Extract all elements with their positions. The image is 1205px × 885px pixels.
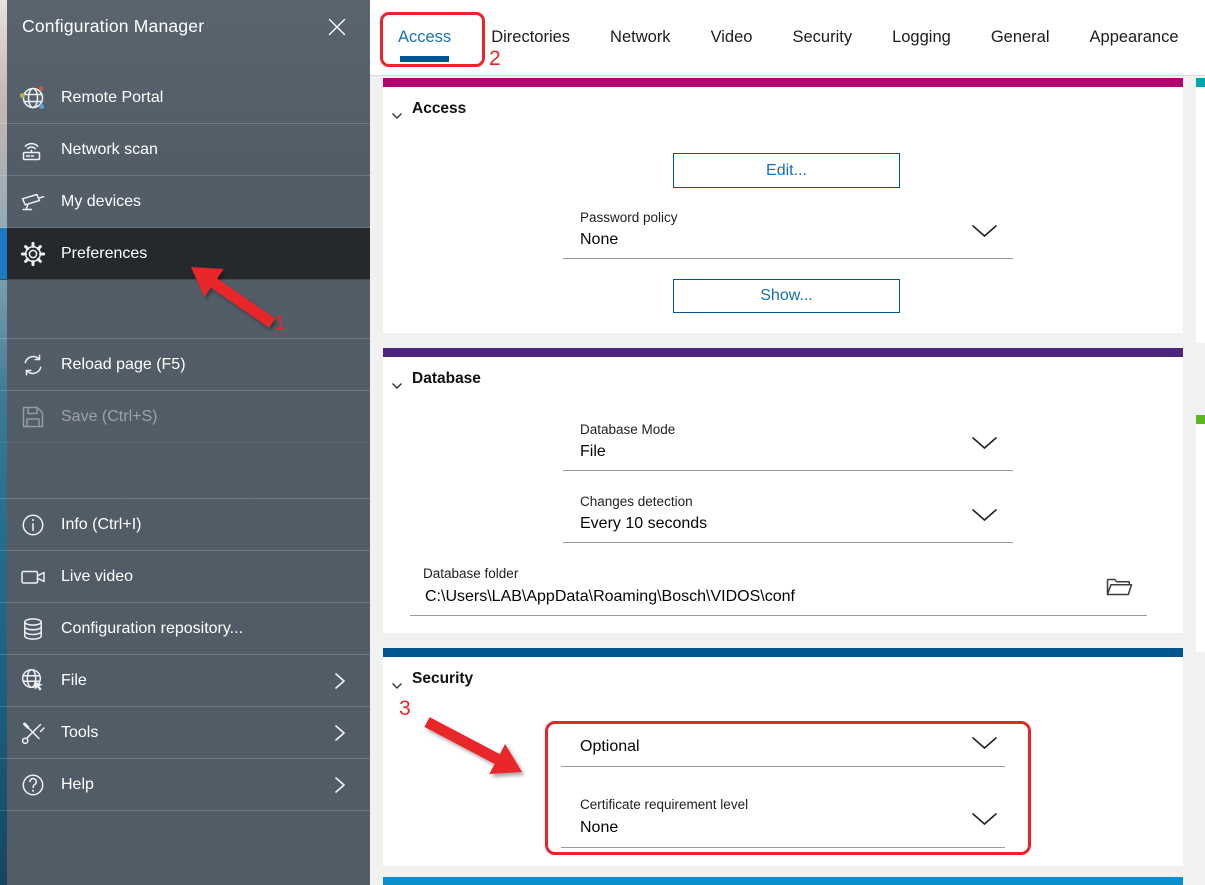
edit-users-button[interactable]: Edit... (673, 153, 900, 188)
changes-detection-label: Changes detection (580, 494, 693, 509)
help-icon (18, 770, 48, 800)
sidebar-item-configuration-repository[interactable]: Configuration repository... (0, 603, 370, 655)
database-mode-label: Database Mode (580, 422, 675, 437)
close-icon[interactable] (324, 14, 350, 40)
tab-appearance[interactable]: Appearance (1090, 0, 1179, 75)
gear-icon (18, 239, 48, 269)
right-column-card2 (1196, 424, 1205, 652)
tab-bar: Access Directories Network Video Security Log… (370, 0, 1205, 76)
tab-logging[interactable]: Logging (892, 0, 951, 75)
field-underline (410, 615, 1147, 616)
folder-browse-icon[interactable] (1103, 572, 1135, 599)
collapse-chevron-icon (391, 107, 403, 115)
sidebar-item-network-scan[interactable]: Network scan (0, 124, 370, 176)
configuration-manager-screen: Configuration Manager Remote Portal Netw… (0, 0, 1205, 885)
database-section-title: Database (412, 370, 481, 388)
dropdown-chevron-icon[interactable] (971, 436, 998, 450)
access-section-card: Access Edit... Password policy None Show… (383, 78, 1183, 333)
database-section-header[interactable]: Database (391, 370, 481, 388)
password-policy-label: Password policy (580, 210, 678, 225)
sidebar-item-help[interactable]: Help (0, 759, 370, 811)
security-section-title: Security (412, 670, 473, 688)
field-underline (561, 847, 1005, 848)
tools-icon (18, 718, 48, 748)
field-underline (563, 258, 1013, 259)
preferences-panel: Access Directories Network Video Security Log… (370, 0, 1205, 885)
chevron-right-icon (328, 774, 350, 796)
tab-directories[interactable]: Directories (491, 0, 570, 75)
certificate-requirement-value[interactable]: None (580, 819, 618, 837)
sidebar-item-live-video[interactable]: Live video (0, 551, 370, 603)
preferences-body: Access Edit... Password policy None Show… (370, 76, 1205, 885)
tab-general[interactable]: General (991, 0, 1050, 75)
sidebar-spacer (0, 280, 370, 339)
sidebar-item-file[interactable]: File (0, 655, 370, 707)
sidebar-menu: Configuration Manager Remote Portal Netw… (0, 0, 370, 885)
app-title: Configuration Manager (22, 14, 324, 37)
tab-access[interactable]: Access (398, 0, 451, 75)
field-underline (563, 470, 1013, 471)
chevron-right-icon (328, 722, 350, 744)
sidebar-item-reload-page[interactable]: Reload page (F5) (0, 339, 370, 391)
network-scan-icon (18, 135, 48, 165)
right-column-card2-color-bar (1196, 415, 1205, 424)
database-mode-value[interactable]: File (580, 443, 606, 461)
database-section-color-bar (383, 348, 1183, 357)
chevron-right-icon (328, 670, 350, 692)
save-icon (18, 402, 48, 432)
reload-icon (18, 350, 48, 380)
sidebar-item-my-devices[interactable]: My devices (0, 176, 370, 228)
dropdown-chevron-icon[interactable] (971, 812, 998, 826)
tab-video[interactable]: Video (711, 0, 753, 75)
database-folder-label: Database folder (423, 566, 518, 581)
collapse-chevron-icon (391, 677, 403, 685)
database-folder-value: C:\Users\LAB\AppData\Roaming\Bosch\VIDOS… (425, 588, 795, 606)
show-sessions-button[interactable]: Show... (673, 279, 900, 313)
sidebar-item-tools[interactable]: Tools (0, 707, 370, 759)
security-section-card: Security Optional Certificate requiremen… (383, 648, 1183, 866)
database-section-card: Database Database Mode File Changes dete… (383, 348, 1183, 633)
sidebar-header: Configuration Manager (0, 0, 370, 72)
access-section-header[interactable]: Access (391, 100, 466, 118)
right-column-card1-color-bar (1196, 78, 1205, 87)
certificate-requirement-label: Certificate requirement level (580, 797, 748, 812)
next-section-color-bar (383, 877, 1183, 885)
collapse-chevron-icon (391, 377, 403, 385)
tab-network[interactable]: Network (610, 0, 671, 75)
access-section-color-bar (383, 78, 1183, 87)
globe-cursor-icon (18, 666, 48, 696)
tab-security[interactable]: Security (792, 0, 852, 75)
sidebar-item-save: Save (Ctrl+S) (0, 391, 370, 443)
sidebar-item-remote-portal[interactable]: Remote Portal (0, 72, 370, 124)
security-section-header[interactable]: Security (391, 670, 473, 688)
right-column-card1 (1196, 87, 1205, 343)
field-underline (563, 542, 1013, 543)
password-policy-value[interactable]: None (580, 231, 618, 249)
info-icon (18, 510, 48, 540)
video-icon (18, 562, 48, 592)
database-icon (18, 614, 48, 644)
camera-icon (18, 187, 48, 217)
sidebar-items: Remote Portal Network scan My devices Pr… (0, 72, 370, 811)
access-section-title: Access (412, 100, 466, 118)
sidebar-item-info[interactable]: Info (Ctrl+I) (0, 499, 370, 551)
dropdown-chevron-icon[interactable] (971, 508, 998, 522)
changes-detection-value[interactable]: Every 10 seconds (580, 515, 707, 533)
dropdown-chevron-icon[interactable] (971, 224, 998, 238)
field-underline (561, 766, 1005, 767)
sidebar-item-preferences[interactable]: Preferences (0, 228, 370, 280)
sidebar-spacer (0, 443, 370, 499)
security-section-color-bar (383, 648, 1183, 657)
tls-mode-value[interactable]: Optional (580, 738, 640, 756)
dropdown-chevron-icon[interactable] (971, 736, 998, 750)
globe-dots-icon (18, 83, 48, 113)
